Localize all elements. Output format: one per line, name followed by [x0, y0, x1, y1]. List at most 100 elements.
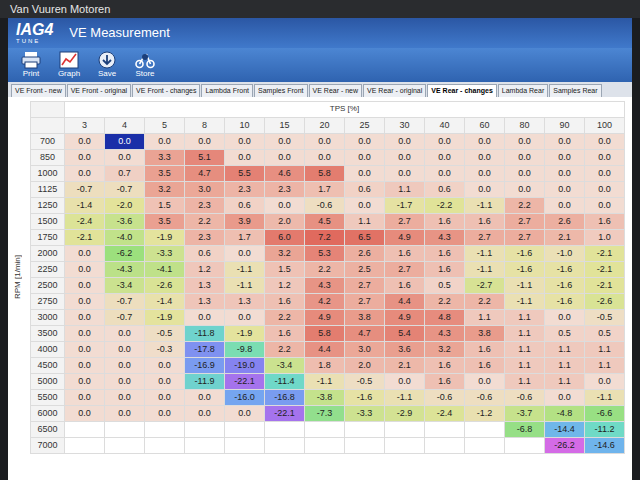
table-cell[interactable]: 0.0 — [345, 197, 385, 213]
table-cell[interactable]: 2.3 — [265, 181, 305, 197]
table-cell[interactable]: 1.8 — [305, 357, 345, 373]
table-cell[interactable]: 0.0 — [585, 197, 625, 213]
table-cell[interactable]: -1.1 — [505, 277, 545, 293]
table-cell[interactable]: 4.4 — [385, 293, 425, 309]
table-cell[interactable]: 4.2 — [305, 293, 345, 309]
table-cell[interactable]: 4.3 — [425, 325, 465, 341]
table-cell[interactable] — [425, 421, 465, 437]
table-cell[interactable]: 0.0 — [505, 181, 545, 197]
table-cell[interactable]: 1.2 — [185, 261, 225, 277]
table-cell[interactable]: 3.8 — [345, 309, 385, 325]
table-cell[interactable]: -3.7 — [505, 405, 545, 421]
table-cell[interactable] — [465, 437, 505, 453]
table-cell[interactable] — [65, 421, 105, 437]
table-cell[interactable]: -1.9 — [145, 229, 185, 245]
table-cell[interactable]: 2.2 — [185, 213, 225, 229]
table-cell[interactable]: -2.4 — [425, 405, 465, 421]
table-cell[interactable]: 0.0 — [465, 181, 505, 197]
table-cell[interactable]: 0.0 — [545, 389, 585, 405]
table-cell[interactable]: 0.6 — [345, 181, 385, 197]
table-cell[interactable]: -4.0 — [105, 229, 145, 245]
table-cell[interactable]: 1.1 — [545, 357, 585, 373]
table-cell[interactable]: -2.1 — [585, 277, 625, 293]
table-cell[interactable]: 3.5 — [145, 165, 185, 181]
table-cell[interactable]: 2.1 — [545, 229, 585, 245]
table-cell[interactable]: 7.2 — [305, 229, 345, 245]
table-cell[interactable]: 1.6 — [385, 277, 425, 293]
table-cell[interactable]: -6.8 — [505, 421, 545, 437]
tab[interactable]: Samples Front — [254, 84, 308, 97]
table-cell[interactable]: 0.0 — [465, 373, 505, 389]
tab[interactable]: VE Front - original — [67, 84, 131, 97]
table-cell[interactable]: 0.0 — [65, 165, 105, 181]
table-cell[interactable]: 1.6 — [465, 357, 505, 373]
table-cell[interactable]: 3.5 — [145, 213, 185, 229]
table-cell[interactable]: 0.0 — [505, 165, 545, 181]
table-cell[interactable]: 2.2 — [425, 293, 465, 309]
table-cell[interactable]: 2.2 — [505, 197, 545, 213]
table-cell[interactable]: -4.1 — [145, 261, 185, 277]
table-cell[interactable]: 0.0 — [545, 149, 585, 165]
table-cell[interactable]: 2.7 — [345, 277, 385, 293]
table-cell[interactable] — [265, 437, 305, 453]
table-cell[interactable]: 2.2 — [305, 261, 345, 277]
table-cell[interactable]: -1.6 — [545, 261, 585, 277]
table-cell[interactable]: -2.7 — [465, 277, 505, 293]
table-cell[interactable]: 1.0 — [585, 229, 625, 245]
table-cell[interactable]: 1.7 — [225, 229, 265, 245]
table-cell[interactable]: -1.2 — [465, 405, 505, 421]
table-cell[interactable]: 0.0 — [345, 149, 385, 165]
table-cell[interactable]: -6.2 — [105, 245, 145, 261]
tab[interactable]: VE Rear - original — [363, 84, 426, 97]
table-cell[interactable] — [385, 437, 425, 453]
table-cell[interactable]: 5.8 — [305, 165, 345, 181]
table-cell[interactable]: -2.9 — [385, 405, 425, 421]
table-cell[interactable]: 1.5 — [145, 197, 185, 213]
table-cell[interactable]: 3.6 — [385, 341, 425, 357]
table-cell[interactable]: 3.2 — [425, 341, 465, 357]
table-cell[interactable]: -26.2 — [545, 437, 585, 453]
table-cell[interactable]: -2.0 — [105, 197, 145, 213]
table-cell[interactable]: -0.5 — [585, 309, 625, 325]
table-cell[interactable]: 0.0 — [345, 165, 385, 181]
table-cell[interactable]: -2.6 — [585, 293, 625, 309]
table-cell[interactable]: 2.3 — [185, 197, 225, 213]
table-cell[interactable]: 0.0 — [465, 149, 505, 165]
table-cell[interactable]: -1.1 — [505, 293, 545, 309]
table-cell[interactable]: -11.8 — [185, 325, 225, 341]
table-cell[interactable]: -2.1 — [65, 229, 105, 245]
table-cell[interactable] — [385, 421, 425, 437]
table-cell[interactable]: -0.7 — [105, 309, 145, 325]
table-cell[interactable]: -1.1 — [225, 261, 265, 277]
print-button[interactable]: Print — [16, 51, 46, 79]
table-cell[interactable]: -0.7 — [65, 181, 105, 197]
table-cell[interactable]: -0.5 — [345, 373, 385, 389]
table-cell[interactable]: 1.1 — [385, 181, 425, 197]
table-cell[interactable]: 0.0 — [65, 245, 105, 261]
table-cell[interactable]: 0.0 — [585, 149, 625, 165]
table-cell[interactable]: 0.0 — [265, 149, 305, 165]
table-cell[interactable]: 0.0 — [105, 357, 145, 373]
table-cell[interactable]: -2.1 — [585, 261, 625, 277]
table-cell[interactable]: -1.1 — [465, 261, 505, 277]
table-cell[interactable]: 0.0 — [545, 197, 585, 213]
table-cell[interactable]: 2.7 — [465, 229, 505, 245]
table-cell[interactable]: 1.6 — [425, 213, 465, 229]
table-cell[interactable]: 1.6 — [265, 293, 305, 309]
table-cell[interactable]: 4.9 — [385, 229, 425, 245]
table-cell[interactable]: 2.3 — [185, 229, 225, 245]
table-cell[interactable]: -1.6 — [505, 245, 545, 261]
table-cell[interactable]: 1.6 — [425, 373, 465, 389]
table-cell[interactable]: 0.0 — [65, 373, 105, 389]
table-cell[interactable]: 2.7 — [505, 229, 545, 245]
table-cell[interactable]: 5.5 — [225, 165, 265, 181]
table-cell[interactable]: 5.1 — [185, 149, 225, 165]
table-cell[interactable]: 1.3 — [185, 277, 225, 293]
table-cell[interactable]: 4.9 — [385, 309, 425, 325]
table-cell[interactable]: 0.0 — [225, 149, 265, 165]
table-cell[interactable]: 6.0 — [265, 229, 305, 245]
table-cell[interactable]: 0.0 — [425, 165, 465, 181]
table-cell[interactable]: 3.0 — [185, 181, 225, 197]
table-cell[interactable]: -1.7 — [385, 197, 425, 213]
table-cell[interactable]: 0.0 — [305, 133, 345, 149]
